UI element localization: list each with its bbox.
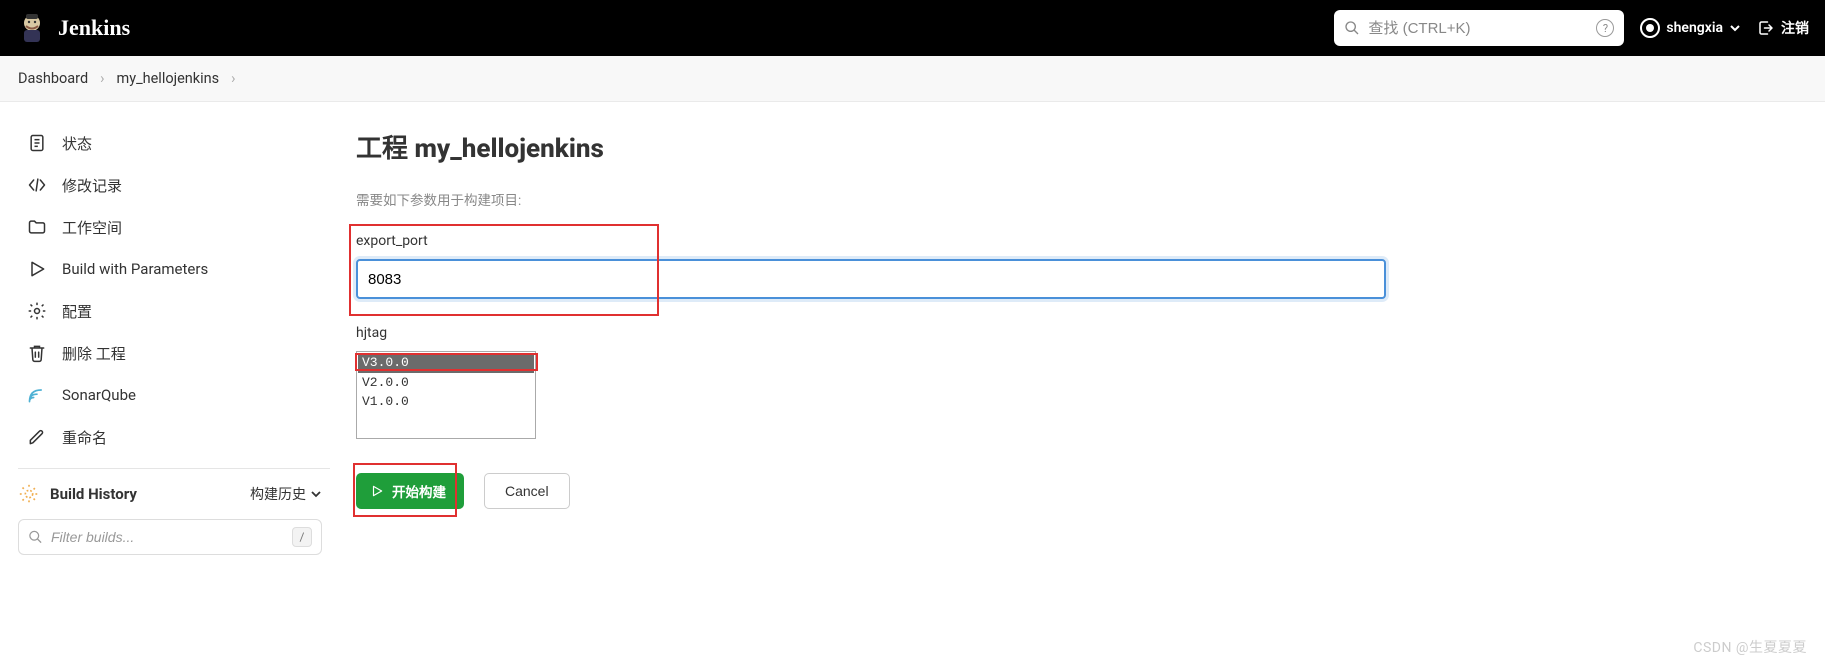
header-left: Jenkins [16,12,130,44]
username: shengxia [1666,20,1723,36]
sonar-icon [26,384,48,406]
trash-icon [26,342,48,364]
sidebar-item-changes[interactable]: 修改记录 [18,164,330,206]
top-header: Jenkins ? shengxia 注销 [0,0,1825,56]
params-description: 需要如下参数用于构建项目: [356,189,1785,209]
export-port-input[interactable] [356,259,1386,299]
sun-icon [18,483,40,505]
hjtag-option-v2[interactable]: V2.0.0 [358,373,534,393]
search-icon [28,530,43,545]
folder-icon [26,216,48,238]
param-hjtag: hjtag V3.0.0 V2.0.0 V1.0.0 [356,325,1785,439]
logout-label: 注销 [1781,18,1809,38]
hjtag-option-v3[interactable]: V3.0.0 [358,353,534,373]
cancel-button[interactable]: Cancel [484,473,570,509]
build-button[interactable]: 开始构建 [356,473,464,509]
watermark: CSDN @生夏夏夏 [1693,637,1807,657]
param-export-port: export_port [356,231,1785,299]
build-history-title: Build History [50,485,137,503]
sidebar-item-build-params[interactable]: Build with Parameters [18,248,330,290]
search-box[interactable]: ? [1334,10,1624,46]
layout: 状态 修改记录 工作空间 Build with Parameters 配置 删除… [0,102,1825,565]
sidebar-item-delete[interactable]: 删除 工程 [18,332,330,374]
hjtag-option-v1[interactable]: V1.0.0 [358,392,534,412]
sidebar-item-rename[interactable]: 重命名 [18,416,330,458]
button-row: 开始构建 Cancel [356,473,1785,509]
sidebar-item-label: 删除 工程 [62,343,126,364]
sidebar: 状态 修改记录 工作空间 Build with Parameters 配置 删除… [0,102,340,565]
sidebar-item-sonarqube[interactable]: SonarQube [18,374,330,416]
sidebar-item-configure[interactable]: 配置 [18,290,330,332]
cancel-button-label: Cancel [505,483,549,499]
page-title: 工程 my_hellojenkins [356,128,1785,165]
file-icon [26,132,48,154]
search-icon [1344,20,1360,36]
chevron-right-icon: › [231,70,235,87]
chevron-down-icon [1729,22,1741,34]
breadcrumb-item-dashboard[interactable]: Dashboard [18,70,88,87]
jenkins-logo-icon [16,12,48,44]
slash-shortcut-icon: / [292,527,312,547]
param-label-hjtag: hjtag [356,325,1785,341]
sidebar-item-label: 状态 [62,133,92,154]
sidebar-item-label: 修改记录 [62,175,122,196]
breadcrumb: Dashboard › my_hellojenkins › [0,56,1825,102]
chevron-right-icon: › [100,70,104,87]
brand-text: Jenkins [58,15,130,41]
main-content: 工程 my_hellojenkins 需要如下参数用于构建项目: export_… [340,102,1825,565]
avatar-icon [1640,18,1660,38]
param-label-export-port: export_port [356,233,1785,249]
divider [18,468,330,469]
filter-builds-input[interactable] [18,519,322,555]
sidebar-item-label: 配置 [62,301,92,322]
build-history-toggle[interactable]: 构建历史 [250,484,322,504]
sidebar-item-label: SonarQube [62,386,136,404]
filter-builds: / [18,519,330,555]
sidebar-item-label: Build with Parameters [62,260,208,278]
search-input[interactable] [1368,20,1588,37]
hjtag-listbox[interactable]: V3.0.0 V2.0.0 V1.0.0 [356,351,536,439]
help-icon[interactable]: ? [1596,19,1614,37]
build-history-header: Build History 构建历史 [18,483,330,519]
chevron-down-icon [310,488,322,500]
logout-link[interactable]: 注销 [1757,18,1809,38]
breadcrumb-item-project[interactable]: my_hellojenkins [117,70,220,87]
gear-icon [26,300,48,322]
play-icon [370,484,384,498]
sidebar-item-label: 重命名 [62,427,107,448]
sidebar-item-status[interactable]: 状态 [18,122,330,164]
user-menu[interactable]: shengxia [1640,18,1741,38]
logout-icon [1757,19,1775,37]
build-history-label: 构建历史 [250,484,306,504]
header-right: ? shengxia 注销 [1334,10,1809,46]
sidebar-item-label: 工作空间 [62,217,122,238]
sidebar-item-workspace[interactable]: 工作空间 [18,206,330,248]
play-icon [26,258,48,280]
code-icon [26,174,48,196]
build-button-label: 开始构建 [392,481,446,501]
pencil-icon [26,426,48,448]
